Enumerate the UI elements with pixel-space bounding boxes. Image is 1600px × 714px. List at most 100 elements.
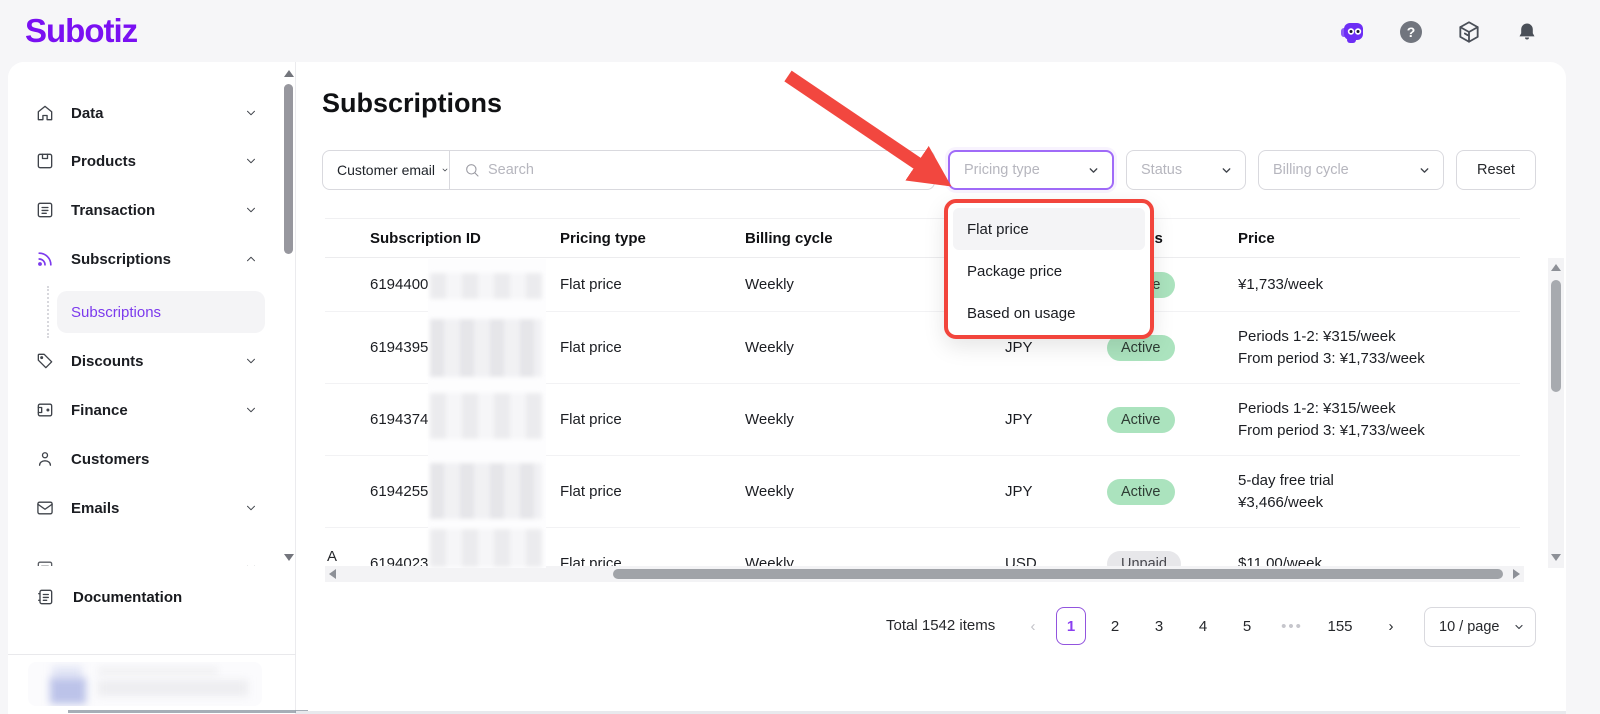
notifications-bell-icon[interactable] [1512,17,1542,47]
chevron-down-icon [244,561,258,566]
cell-currency: JPY [1005,339,1060,356]
table-vertical-scrollbar[interactable] [1548,258,1564,568]
status-badge: Active [1107,479,1175,505]
pricing-type-filter[interactable]: Pricing type [948,150,1114,190]
cell-currency: JPY [1005,411,1060,428]
sidebar-item-customers[interactable]: Customers [26,439,266,479]
pagination-page-155[interactable]: 155 [1318,607,1362,645]
chevron-down-icon [244,154,258,168]
sidebar-item-transaction[interactable]: Transaction [26,190,266,230]
cell-billing-cycle: Weekly [745,483,1005,500]
sidebar-item-data[interactable]: Data [26,93,266,133]
chevron-down-icon [1418,164,1431,177]
pagination-page-1[interactable]: 1 [1056,607,1086,645]
app-card: Data Products Transaction Subscriptions [8,62,1566,714]
cell-price-line2: ¥3,466/week [1238,492,1520,514]
sidebar-item-label: Subscriptions [71,251,171,268]
search-input[interactable] [488,162,934,178]
pagination-prev[interactable]: ‹ [1018,607,1048,645]
redacted-email-column [428,259,546,568]
search-control: Customer email [322,150,935,190]
pagination-page-4[interactable]: 4 [1188,607,1218,645]
cell-price: ¥1,733/week [1238,274,1520,296]
scroll-left-arrow[interactable] [329,569,336,579]
sidebar-subitem-subscriptions[interactable]: Subscriptions [57,291,265,333]
sidebar-item-discounts[interactable]: Discounts [26,341,266,381]
pagination-ellipsis[interactable]: ••• [1272,607,1312,645]
col-subscription-id: Subscription ID [325,230,560,247]
row-prefix-letter: A [327,548,337,565]
scroll-up-arrow[interactable] [1551,264,1561,271]
sidebar-item-subscriptions[interactable]: Subscriptions [26,239,266,279]
scrollbar-thumb[interactable] [613,569,1503,579]
subitem-connector [47,286,49,338]
pagination-next[interactable]: › [1376,607,1406,645]
sidebar-item-clipped[interactable]: . . [26,548,266,566]
sidebar-item-emails[interactable]: Emails [26,488,266,528]
scroll-down-arrow[interactable] [1551,554,1561,561]
chevron-down-icon [244,354,258,368]
home-icon [35,103,55,123]
package-icon[interactable] [1454,17,1484,47]
search-box [450,162,934,178]
assistant-bot-icon[interactable] [1337,17,1367,47]
sidebar-scrollbar[interactable] [282,66,296,566]
sidebar-item-products[interactable]: Products [26,141,266,181]
dropdown-option-flat-price[interactable]: Flat price [953,208,1145,250]
cell-price-line2: From period 3: ¥1,733/week [1238,348,1520,370]
cell-price-line1: 5-day free trial [1238,470,1520,492]
cell-billing-cycle: Weekly [745,339,1005,356]
cell-currency: JPY [1005,483,1060,500]
chevron-down-icon [1220,164,1233,177]
chevron-down-icon [441,164,449,176]
chevron-down-icon [244,106,258,120]
page-size-select[interactable]: 10 / page [1424,607,1536,647]
cell-price-line1: Periods 1-2: ¥315/week [1238,326,1520,348]
table-horizontal-scrollbar[interactable] [325,566,1524,582]
search-category-select[interactable]: Customer email [323,151,450,189]
scrollbar-thumb[interactable] [1551,280,1561,392]
pagination-page-5[interactable]: 5 [1232,607,1262,645]
sidebar-item-finance[interactable]: Finance [26,390,266,430]
help-icon[interactable]: ? [1396,17,1426,47]
scroll-right-arrow[interactable] [1513,569,1520,579]
chevron-down-icon [244,403,258,417]
scroll-down-arrow[interactable] [284,554,294,561]
col-pricing-type: Pricing type [560,230,745,247]
status-filter[interactable]: Status [1126,150,1246,190]
billing-cycle-filter[interactable]: Billing cycle [1258,150,1444,190]
chevron-down-icon [244,203,258,217]
cell-pricing-type: Flat price [560,483,745,500]
cell-pricing-type: Flat price [560,339,745,356]
billing-cycle-placeholder: Billing cycle [1273,162,1349,178]
sidebar-divider [8,654,296,655]
scrollbar-thumb[interactable] [284,84,293,254]
search-icon [464,162,480,178]
search-category-value: Customer email [337,162,435,178]
scroll-up-arrow[interactable] [284,70,294,77]
mail-icon [35,498,55,518]
wallet-icon [35,400,55,420]
cell-billing-cycle: Weekly [745,411,1005,428]
pagination-page-2[interactable]: 2 [1100,607,1130,645]
sidebar: Data Products Transaction Subscriptions [8,62,296,714]
reset-button[interactable]: Reset [1456,150,1536,190]
dropdown-option-based-on-usage[interactable]: Based on usage [953,292,1145,334]
status-badge: Active [1107,407,1175,433]
chevron-down-icon [244,501,258,515]
pricing-type-dropdown-annotated: Flat price Package price Based on usage [944,199,1154,339]
col-price: Price [1213,230,1520,247]
sidebar-item-label: Products [71,153,136,170]
bottom-edge-dark [68,710,308,713]
sidebar-item-label: Data [71,105,104,122]
pagination-total: Total 1542 items [886,617,995,634]
sidebar-subitem-label: Subscriptions [71,304,161,321]
dropdown-option-package-price[interactable]: Package price [953,250,1145,292]
user-profile-redacted[interactable] [28,662,262,706]
sidebar-item-documentation[interactable]: Documentation [26,577,266,617]
reset-label: Reset [1477,162,1515,178]
brand-logo[interactable]: Subotiz [25,12,137,50]
pagination-page-3[interactable]: 3 [1144,607,1174,645]
status-placeholder: Status [1141,162,1182,178]
sidebar-item-label: Documentation [73,589,182,606]
